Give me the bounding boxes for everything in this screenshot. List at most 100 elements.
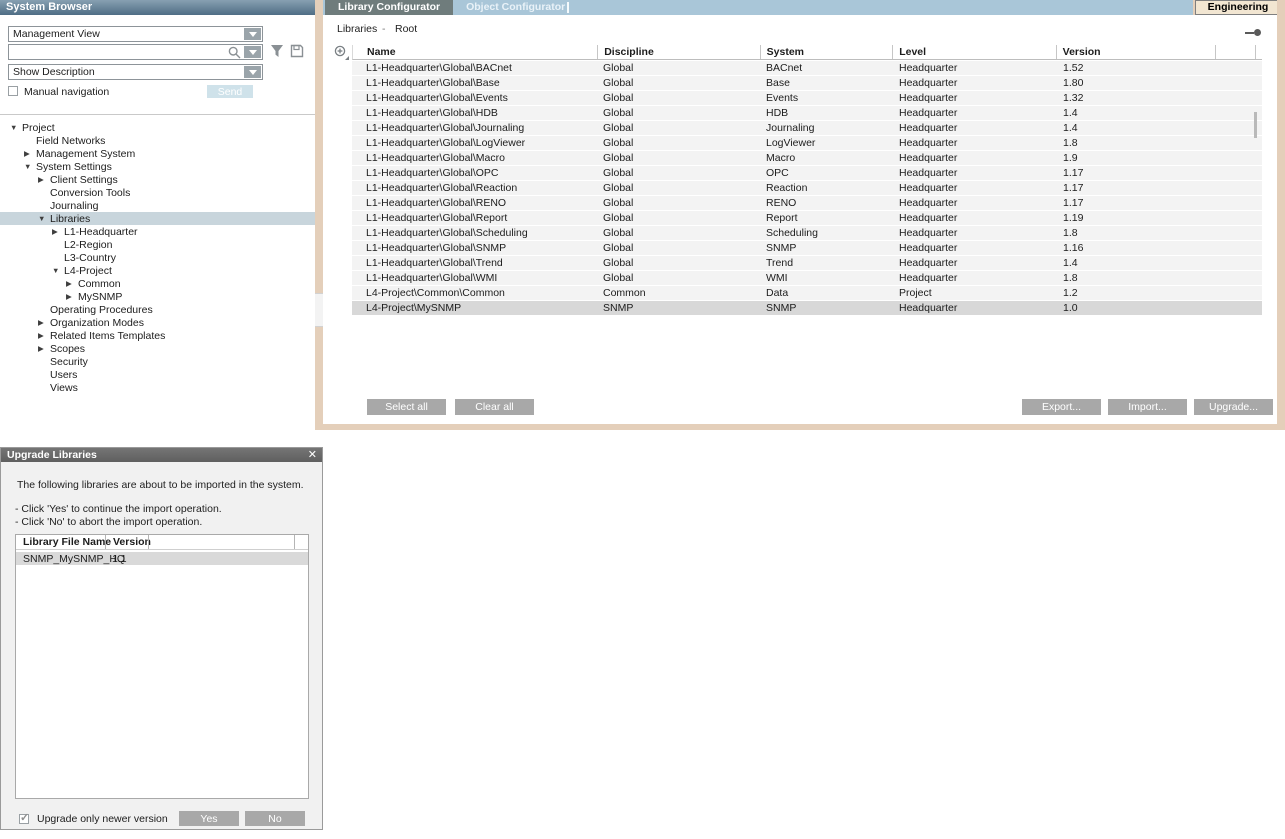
column-header-version[interactable]: Version — [1056, 45, 1215, 59]
tree-arrow-icon[interactable] — [52, 227, 64, 236]
tree-arrow-icon[interactable] — [38, 214, 50, 223]
table-row[interactable]: L4-Project\Common\Common Common Data Pro… — [352, 286, 1262, 300]
tree-item-label: Libraries — [50, 213, 90, 225]
cell-name: L1-Headquarter\Global\Report — [352, 212, 597, 224]
view-selector-dropdown-icon[interactable] — [244, 28, 261, 40]
splitter-handle[interactable] — [315, 293, 323, 327]
tree-item[interactable]: Management System — [0, 147, 315, 160]
tree-arrow-icon[interactable] — [24, 149, 36, 158]
tree-item[interactable]: Scopes — [0, 342, 315, 355]
tree-item[interactable]: L2-Region — [0, 238, 315, 251]
tree-item[interactable]: L1-Headquarter — [0, 225, 315, 238]
tree-arrow-icon[interactable] — [52, 266, 64, 275]
table-row[interactable]: L1-Headquarter\Global\RENO Global RENO H… — [352, 196, 1262, 210]
tree-arrow-icon[interactable] — [66, 279, 78, 288]
table-row[interactable]: L1-Headquarter\Global\Events Global Even… — [352, 91, 1262, 105]
tree-arrow-icon[interactable] — [38, 344, 50, 353]
cell-level: Project — [893, 287, 1057, 299]
column-header-version[interactable]: Version — [105, 535, 148, 549]
table-row[interactable]: L1-Headquarter\Global\Base Global Base H… — [352, 76, 1262, 90]
filter-icon[interactable] — [270, 44, 284, 58]
breadcrumb-section[interactable]: Libraries — [337, 23, 377, 35]
tree-item[interactable]: Journaling — [0, 199, 315, 212]
tree-item[interactable]: Views — [0, 381, 315, 394]
tree-arrow-icon[interactable] — [38, 318, 50, 327]
workspace-tab[interactable]: Library Configurator — [325, 0, 453, 15]
tree-arrow-icon[interactable] — [38, 175, 50, 184]
action-button[interactable]: Upgrade... — [1194, 399, 1273, 415]
table-row[interactable]: L1-Headquarter\Global\OPC Global OPC Hea… — [352, 166, 1262, 180]
tree-item[interactable]: System Settings — [0, 160, 315, 173]
tree-item[interactable]: L3-Country — [0, 251, 315, 264]
tree-item[interactable]: Field Networks — [0, 134, 315, 147]
column-header-level[interactable]: Level — [892, 45, 1055, 59]
tree-item[interactable]: L4-Project — [0, 264, 315, 277]
breadcrumb-item[interactable]: Root — [395, 23, 417, 35]
search-input[interactable] — [9, 45, 227, 59]
table-row[interactable]: L1-Headquarter\Global\Journaling Global … — [352, 121, 1262, 135]
yes-button[interactable]: Yes — [179, 811, 239, 826]
search-dropdown-icon[interactable] — [244, 46, 261, 58]
table-row[interactable]: L1-Headquarter\Global\SNMP Global SNMP H… — [352, 241, 1262, 255]
table-row[interactable]: L1-Headquarter\Global\WMI Global WMI Hea… — [352, 271, 1262, 285]
action-button[interactable]: Import... — [1108, 399, 1187, 415]
tree-item[interactable]: MySNMP — [0, 290, 315, 303]
selection-button[interactable]: Clear all — [455, 399, 534, 415]
file-table-row[interactable]: SNMP_MySNMP_HQ 1.1 — [16, 552, 308, 565]
tree-arrow-icon[interactable] — [38, 331, 50, 340]
view-selector[interactable]: Management View — [8, 26, 263, 42]
panel-splitter[interactable] — [315, 0, 323, 430]
table-row[interactable]: L1-Headquarter\Global\HDB Global HDB Hea… — [352, 106, 1262, 120]
workspace-tab[interactable]: Object Configurator — [453, 0, 578, 15]
row-selector-icon[interactable] — [334, 45, 350, 61]
table-row[interactable]: L1-Headquarter\Global\Scheduling Global … — [352, 226, 1262, 240]
tree-item[interactable]: Libraries — [0, 212, 315, 225]
tree-item-label: Views — [50, 382, 78, 394]
manual-navigation-checkbox[interactable] — [8, 86, 18, 96]
selection-button[interactable]: Select all — [367, 399, 446, 415]
column-header-discipline[interactable]: Discipline — [597, 45, 759, 59]
close-icon[interactable]: ✕ — [308, 448, 317, 462]
engineering-mode-button[interactable]: Engineering — [1195, 0, 1281, 15]
table-row[interactable]: L1-Headquarter\Global\Trend Global Trend… — [352, 256, 1262, 270]
table-row[interactable]: L1-Headquarter\Global\Report Global Repo… — [352, 211, 1262, 225]
table-row[interactable]: L1-Headquarter\Global\Reaction Global Re… — [352, 181, 1262, 195]
table-row[interactable]: L4-Project\MySNMP SNMP SNMP Headquarter … — [352, 301, 1262, 315]
action-button[interactable]: Export... — [1022, 399, 1101, 415]
cell-discipline: Common — [597, 287, 760, 299]
search-field[interactable] — [8, 44, 263, 60]
description-selector[interactable]: Show Description — [8, 64, 263, 80]
tree-item[interactable]: Common — [0, 277, 315, 290]
save-icon[interactable] — [290, 44, 304, 58]
column-header-file-name[interactable]: Library File Name — [16, 535, 105, 549]
column-header-system[interactable]: System — [760, 45, 893, 59]
pin-icon[interactable] — [1245, 29, 1261, 37]
tree-item[interactable]: Users — [0, 368, 315, 381]
tree-item[interactable]: Conversion Tools — [0, 186, 315, 199]
cell-system: SNMP — [760, 242, 893, 254]
tree-item[interactable]: Security — [0, 355, 315, 368]
cell-name: L1-Headquarter\Global\Reaction — [352, 182, 597, 194]
cell-level: Headquarter — [893, 92, 1057, 104]
tree-arrow-icon[interactable] — [24, 162, 36, 171]
tree-item[interactable]: Project — [0, 121, 315, 134]
cell-version: 1.32 — [1057, 92, 1217, 104]
cell-name: L1-Headquarter\Global\Journaling — [352, 122, 597, 134]
tree-item[interactable]: Related Items Templates — [0, 329, 315, 342]
table-row[interactable]: L1-Headquarter\Global\BACnet Global BACn… — [352, 61, 1262, 75]
table-scrollbar[interactable] — [1254, 112, 1257, 138]
table-row[interactable]: L1-Headquarter\Global\Macro Global Macro… — [352, 151, 1262, 165]
upgrade-only-newer-checkbox[interactable]: ✓ — [19, 814, 29, 824]
table-row[interactable]: L1-Headquarter\Global\LogViewer Global L… — [352, 136, 1262, 150]
send-button[interactable]: Send — [207, 85, 253, 98]
tree-arrow-icon[interactable] — [66, 292, 78, 301]
tree-item[interactable]: Client Settings — [0, 173, 315, 186]
no-button[interactable]: No — [245, 811, 305, 826]
dialog-title: Upgrade Libraries — [1, 448, 322, 462]
cell-file-name: SNMP_MySNMP_HQ — [16, 553, 105, 565]
description-selector-dropdown-icon[interactable] — [244, 66, 261, 78]
tree-item[interactable]: Organization Modes — [0, 316, 315, 329]
tree-item[interactable]: Operating Procedures — [0, 303, 315, 316]
column-header-name[interactable]: Name — [353, 45, 597, 59]
tree-arrow-icon[interactable] — [10, 123, 22, 132]
